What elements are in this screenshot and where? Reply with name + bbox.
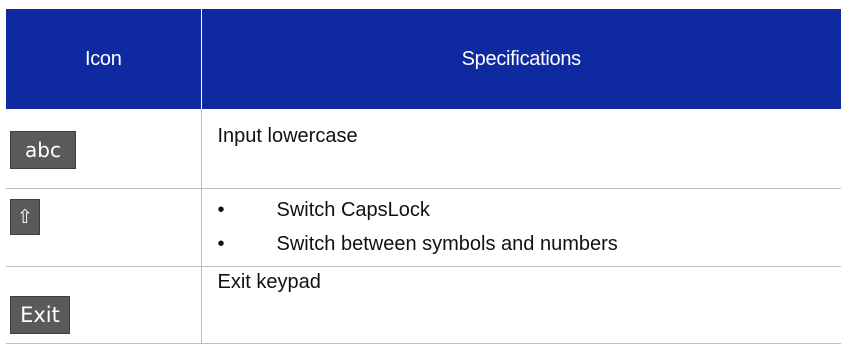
bullet-dot: • — [217, 199, 225, 221]
header-specifications: Specifications — [201, 9, 841, 109]
icon-cell: abc — [6, 109, 202, 189]
specification-cell: Input lowercase — [201, 109, 841, 189]
table-row: Exit Exit keypad — [6, 266, 841, 344]
table-header: Icon Specifications — [6, 9, 841, 109]
bullet-item: • Switch CapsLock — [218, 198, 842, 222]
bullet-text: Switch CapsLock — [276, 199, 430, 221]
shift-arrow-icon: ⇧ — [10, 199, 40, 235]
table-row: ⇧ • Switch CapsLock • Switch between sym… — [6, 188, 842, 267]
bullet-dot: • — [217, 233, 225, 255]
table-body: abc Input lowercase ⇧ • Switch CapsLock — [6, 109, 841, 344]
icon-cell: Exit — [6, 266, 202, 344]
specification-bullet-list: • Switch CapsLock • Switch between symbo… — [218, 198, 842, 256]
header-icon: Icon — [6, 9, 202, 109]
table-row: abc Input lowercase — [6, 109, 841, 189]
icon-cell: ⇧ — [6, 188, 202, 267]
specification-cell: Exit keypad — [201, 266, 841, 344]
bullet-text: Switch between symbols and numbers — [276, 233, 618, 255]
specification-text: Exit keypad — [217, 271, 321, 293]
header-row: Icon Specifications — [6, 9, 841, 109]
bullet-item: • Switch between symbols and numbers — [218, 232, 842, 256]
specification-cell: • Switch CapsLock • Switch between symbo… — [201, 188, 842, 267]
lowercase-key-icon: abc — [10, 131, 76, 169]
specification-text: Input lowercase — [217, 125, 358, 147]
icon-specifications-table-container: Icon Specifications abc Input lowercase … — [6, 9, 841, 344]
icon-specifications-table: Icon Specifications abc Input lowercase … — [6, 9, 841, 344]
exit-key-icon: Exit — [10, 296, 70, 334]
